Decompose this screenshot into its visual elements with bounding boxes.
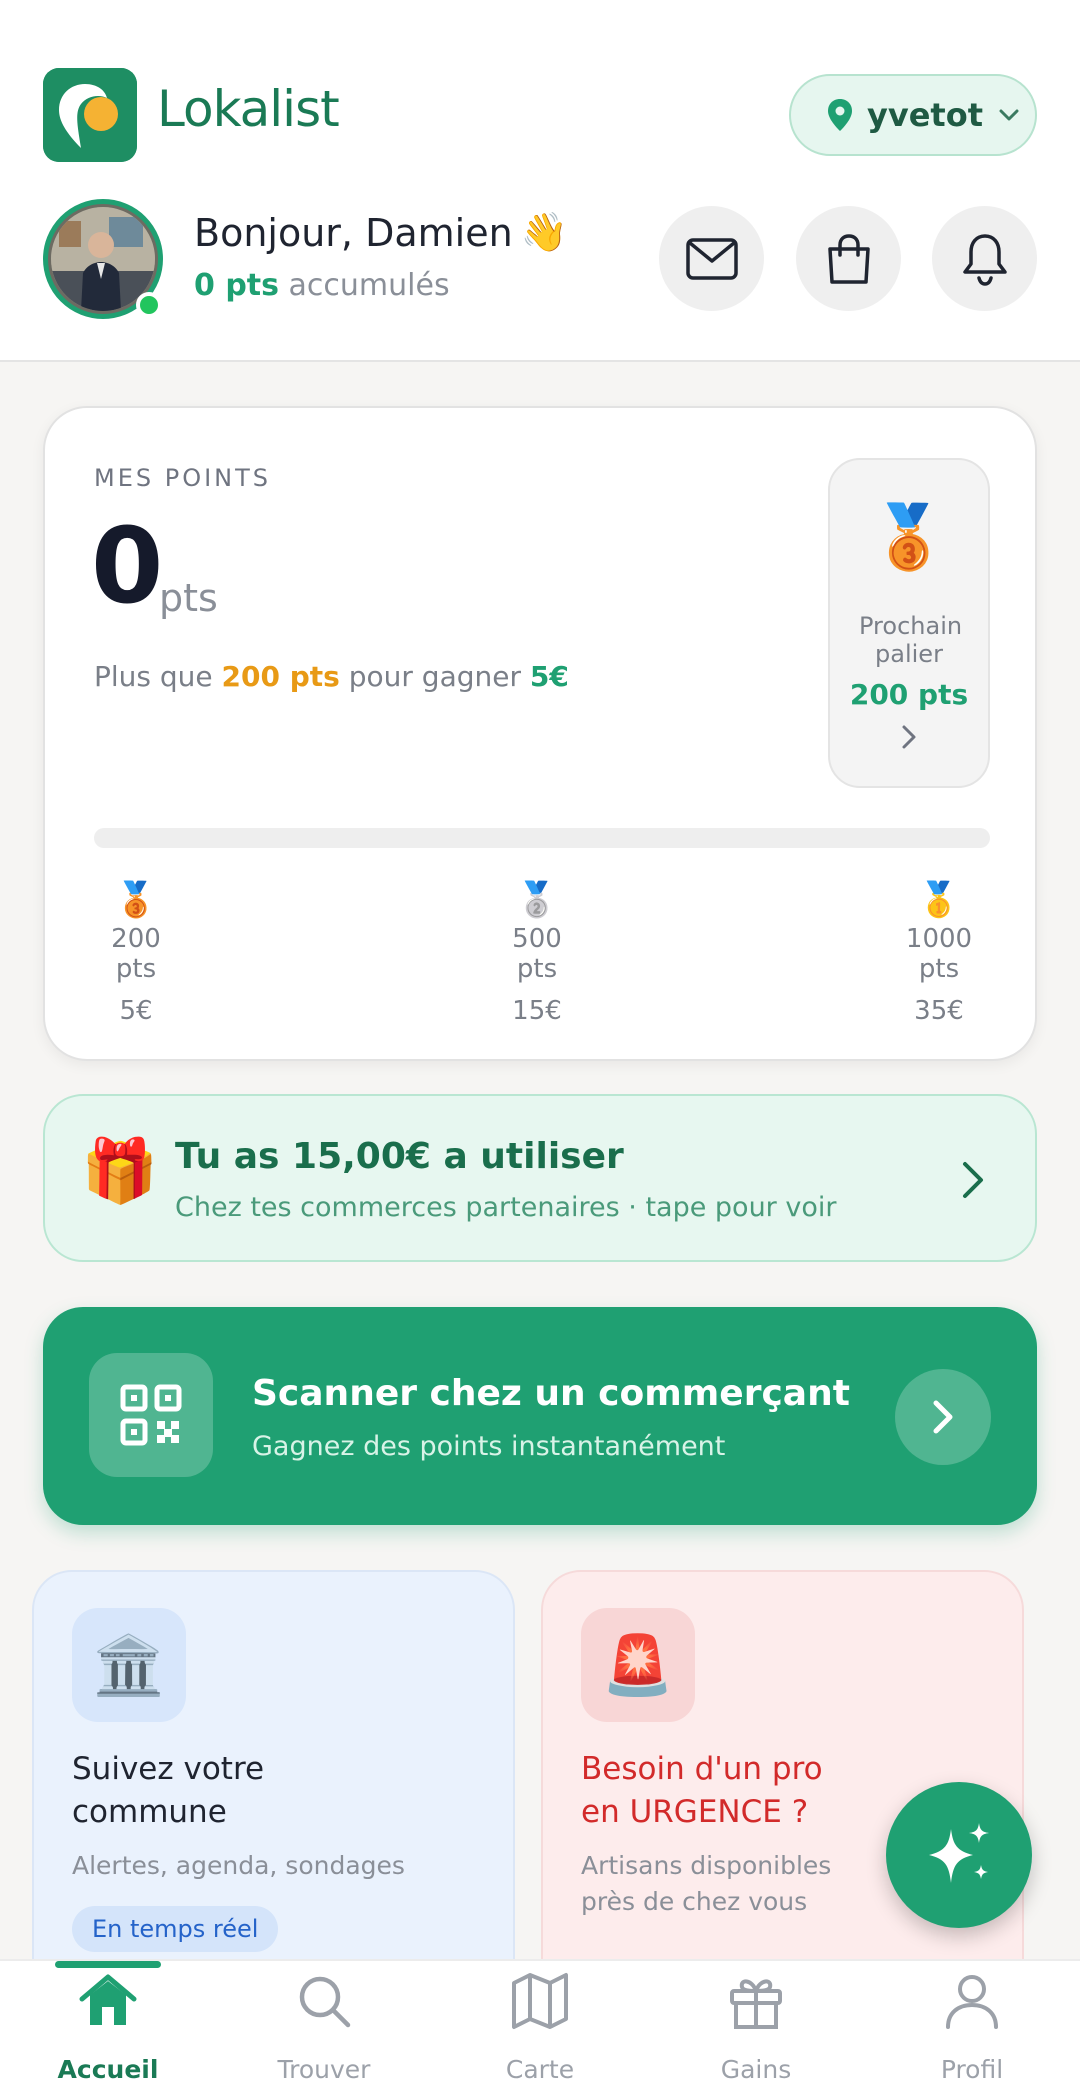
map-icon bbox=[512, 1973, 568, 2029]
points-hint-reward: 5€ bbox=[529, 660, 569, 693]
urgence-title-line1: Besoin d'un pro bbox=[581, 1751, 823, 1787]
accumulated-points: 0 pts accumulés bbox=[194, 268, 450, 303]
wallet-subtitle: Chez tes commerces partenaires · tape po… bbox=[175, 1192, 837, 1223]
messages-button[interactable] bbox=[659, 206, 764, 311]
nav-label: Trouver bbox=[277, 2055, 371, 2084]
silver-medal-icon: 🥈 bbox=[515, 880, 559, 920]
siren-icon-box: 🚨 bbox=[581, 1608, 695, 1722]
scan-merchant-card[interactable]: Scanner chez un commerçant Gagnez des po… bbox=[43, 1307, 1037, 1525]
bronze-medal-icon: 🥉 bbox=[870, 500, 948, 573]
points-hint-middle: pour gagner bbox=[339, 660, 530, 693]
chevron-right-icon bbox=[902, 725, 916, 749]
tier-points: 200 pts bbox=[111, 924, 161, 984]
bronze-medal-icon: 🥉 bbox=[114, 880, 158, 920]
app-logo bbox=[43, 68, 137, 162]
tier-gold: 🥇 1000 pts 35€ bbox=[887, 880, 991, 1026]
commune-subtitle: Alertes, agenda, sondages bbox=[72, 1851, 405, 1880]
points-card: MES POINTS 0 pts Plus que 200 pts pour g… bbox=[43, 406, 1037, 1061]
nav-gains[interactable]: Gains bbox=[648, 1961, 864, 2092]
bell-icon bbox=[962, 233, 1007, 286]
points-hint-points: 200 pts bbox=[221, 660, 340, 693]
logo-mark-icon bbox=[43, 68, 137, 162]
nav-label: Gains bbox=[720, 2055, 792, 2084]
points-card-label: MES POINTS bbox=[94, 464, 272, 492]
urgence-title: Besoin d'un pro en URGENCE ? bbox=[581, 1748, 823, 1834]
wallet-balance-card[interactable]: 🎁 Tu as 15,00€ a utiliser Chez tes comme… bbox=[43, 1094, 1037, 1262]
location-city: yvetot bbox=[867, 96, 983, 134]
app-name: Lokalist bbox=[157, 80, 340, 138]
nav-label: Accueil bbox=[57, 2055, 159, 2084]
nav-profil[interactable]: Profil bbox=[864, 1961, 1080, 2092]
scan-title: Scanner chez un commerçant bbox=[252, 1373, 850, 1414]
next-tier-label: Prochain palier bbox=[830, 612, 988, 668]
urgence-title-line2: en URGENCE ? bbox=[581, 1794, 809, 1830]
gift-emoji-icon: 🎁 bbox=[81, 1134, 159, 1207]
ai-assistant-button[interactable] bbox=[886, 1782, 1032, 1928]
online-status-dot bbox=[136, 292, 162, 318]
tier-points: 500 pts bbox=[512, 924, 562, 984]
home-icon bbox=[79, 1974, 137, 2025]
tier-points: 1000 pts bbox=[905, 924, 973, 984]
envelope-icon bbox=[685, 237, 738, 280]
town-hall-icon: 🏛️ bbox=[92, 1631, 166, 1699]
points-hint-prefix: Plus que bbox=[94, 660, 222, 693]
commune-title-line1: Suivez votre bbox=[72, 1751, 265, 1787]
app-header: Lokalist yvetot Bonjour, Damien 👋 0 pts … bbox=[0, 0, 1080, 362]
urgence-subtitle: Artisans disponibles près de chez vous bbox=[581, 1848, 831, 1920]
next-tier-label-text: Prochain palier bbox=[859, 612, 963, 668]
town-hall-icon-box: 🏛️ bbox=[72, 1608, 186, 1722]
commune-tile[interactable]: 🏛️ Suivez votre commune Alertes, agenda,… bbox=[32, 1570, 515, 2010]
nav-label: Profil bbox=[940, 2055, 1004, 2084]
siren-icon: 🚨 bbox=[601, 1631, 675, 1699]
sparkles-icon bbox=[929, 1823, 989, 1883]
points-hint: Plus que 200 pts pour gagner 5€ bbox=[94, 660, 569, 693]
tier-bronze: 🥉 200 pts 5€ bbox=[94, 880, 178, 1026]
commune-title-line2: commune bbox=[72, 1794, 227, 1830]
chevron-right-icon bbox=[933, 1400, 953, 1434]
greeting: Bonjour, Damien 👋 bbox=[194, 210, 568, 255]
urgence-subtitle-line2: près de chez vous bbox=[581, 1887, 808, 1916]
urgence-subtitle-line1: Artisans disponibles bbox=[581, 1851, 832, 1880]
next-tier-button[interactable]: 🥉 Prochain palier 200 pts bbox=[828, 458, 990, 788]
notifications-button[interactable] bbox=[932, 206, 1037, 311]
nav-carte[interactable]: Carte bbox=[432, 1961, 648, 2092]
tier-silver: 🥈 500 pts 15€ bbox=[492, 880, 582, 1026]
shop-button[interactable] bbox=[796, 206, 901, 311]
gold-medal-icon: 🥇 bbox=[917, 880, 961, 920]
points-progress-bar bbox=[94, 828, 990, 848]
realtime-badge: En temps réel bbox=[72, 1906, 279, 1952]
greeting-text: Bonjour, Damien bbox=[194, 210, 513, 255]
qr-code-icon-box bbox=[89, 1353, 213, 1477]
points-value: 0 bbox=[91, 505, 164, 627]
tier-reward: 35€ bbox=[914, 996, 964, 1026]
location-selector[interactable]: yvetot bbox=[789, 74, 1037, 156]
qr-code-icon bbox=[120, 1384, 182, 1446]
wave-emoji: 👋 bbox=[520, 210, 568, 254]
accumulated-points-value: 0 pts bbox=[194, 268, 279, 303]
bottom-navigation: Accueil Trouver Carte Gains Profil bbox=[0, 1959, 1080, 2092]
nav-accueil[interactable]: Accueil bbox=[0, 1961, 216, 2092]
scan-arrow-button[interactable] bbox=[895, 1369, 991, 1465]
tier-reward: 15€ bbox=[512, 996, 562, 1026]
gift-icon bbox=[730, 1979, 782, 2029]
chevron-down-icon bbox=[999, 109, 1019, 121]
active-tab-indicator bbox=[55, 1961, 161, 1968]
user-avatar[interactable] bbox=[43, 199, 163, 319]
profile-icon bbox=[946, 1975, 998, 2029]
nav-trouver[interactable]: Trouver bbox=[216, 1961, 432, 2092]
commune-title: Suivez votre commune bbox=[72, 1748, 264, 1834]
tier-reward: 5€ bbox=[119, 996, 153, 1026]
location-pin-icon bbox=[828, 99, 852, 131]
next-tier-points: 200 pts bbox=[849, 678, 969, 711]
accumulated-points-label: accumulés bbox=[279, 268, 450, 303]
chevron-right-icon bbox=[963, 1162, 983, 1198]
nav-label: Carte bbox=[505, 2055, 575, 2084]
search-icon bbox=[299, 1976, 351, 2028]
shopping-bag-icon bbox=[827, 233, 870, 284]
scan-subtitle: Gagnez des points instantanément bbox=[252, 1431, 726, 1462]
wallet-title: Tu as 15,00€ a utiliser bbox=[175, 1136, 624, 1177]
points-unit: pts bbox=[159, 576, 218, 620]
